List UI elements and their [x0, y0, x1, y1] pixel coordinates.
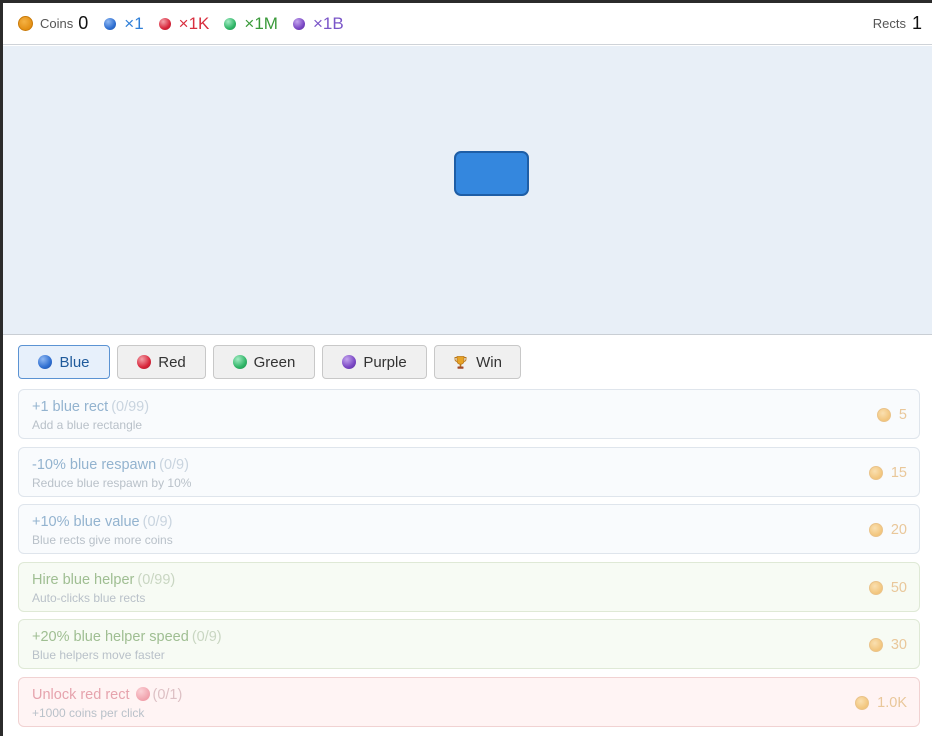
upgrade-blue-helper-speed[interactable]: +20% blue helper speed (0/9) Blue helpers…: [18, 619, 920, 670]
upgrade-title: +20% blue helper speed (0/9): [32, 629, 222, 646]
upgrade-price: 30: [868, 637, 907, 653]
blue-ball-icon: [104, 17, 117, 30]
tab-blue[interactable]: Blue: [18, 345, 110, 379]
rects-value: 1: [911, 13, 922, 33]
multiplier-blue: ×1: [104, 13, 144, 34]
upgrade-price: 20: [868, 522, 907, 538]
color-tabs: Blue Red Green Purple Win: [18, 345, 528, 379]
multiplier-blue-value: ×1: [124, 13, 144, 33]
coin-icon: [868, 465, 883, 480]
multiplier-green-value: ×1M: [244, 13, 278, 33]
play-area: [3, 46, 932, 335]
upgrade-add-blue-rect[interactable]: +1 blue rect (0/99) Add a blue rectangle …: [18, 389, 920, 439]
stats-header: Coins 0 ×1 ×1K ×1M ×1B Rects 1: [3, 3, 932, 45]
tab-red[interactable]: Red: [117, 345, 206, 379]
tab-red-label: Red: [158, 353, 186, 371]
upgrade-hire-blue-helper[interactable]: Hire blue helper (0/99) Auto-clicks blue …: [18, 561, 920, 612]
purple-ball-icon: [292, 17, 305, 30]
coin-icon: [868, 580, 883, 595]
upgrade-list: +1 blue rect (0/99) Add a blue rectangle …: [18, 389, 920, 735]
multiplier-red: ×1K: [158, 13, 210, 34]
upgrade-desc: Add a blue rectangle: [32, 418, 143, 432]
green-ball-icon: [232, 355, 247, 369]
upgrade-desc: Auto-clicks blue rects: [32, 590, 146, 605]
upgrade-desc: +1000 coins per click: [32, 705, 145, 720]
tab-green-label: Green: [253, 353, 296, 371]
coin-icon: [18, 16, 33, 31]
blue-rect[interactable]: [454, 151, 529, 196]
tab-win-label: Win: [476, 353, 502, 371]
coin-icon: [868, 638, 883, 653]
purple-ball-icon: [342, 355, 357, 369]
multiplier-green: ×1M: [224, 14, 278, 34]
upgrade-blue-value[interactable]: +10% blue value (0/9) Blue rects give mor…: [18, 504, 920, 555]
upgrade-desc: Reduce blue respawn by 10%: [32, 475, 192, 490]
upgrade-price: 15: [868, 465, 907, 481]
tab-purple[interactable]: Purple: [322, 345, 427, 379]
game-window: Coins 0 ×1 ×1K ×1M ×1B Rects 1 Blue Red …: [0, 0, 932, 736]
red-ball-icon: [137, 355, 152, 369]
red-ball-icon: [158, 17, 171, 30]
upgrade-price: 5: [876, 407, 907, 423]
upgrade-blue-respawn[interactable]: -10% blue respawn (0/9) Reduce blue respa…: [18, 446, 920, 497]
tab-blue-label: Blue: [59, 353, 90, 371]
upgrade-title: Hire blue helper (0/99): [32, 571, 176, 588]
upgrade-price: 1.0K: [855, 695, 907, 711]
upgrade-unlock-red-rect[interactable]: Unlock red rect (0/1) +1000 coins per cli…: [18, 676, 920, 727]
upgrade-desc: Blue rects give more coins: [32, 533, 173, 548]
coins-value: 0: [78, 13, 89, 33]
tab-green[interactable]: Green: [213, 345, 315, 379]
trophy-icon: [453, 355, 468, 370]
upgrade-title: -10% blue respawn (0/9): [32, 456, 189, 473]
tab-purple-label: Purple: [363, 353, 407, 371]
upgrade-price: 50: [868, 580, 907, 596]
coin-icon: [868, 523, 883, 538]
blue-ball-icon: [38, 355, 53, 369]
upgrade-title: +1 blue rect (0/99): [32, 399, 150, 415]
multiplier-purple-value: ×1B: [312, 13, 344, 33]
rects-label: Rects: [872, 16, 906, 31]
tab-win[interactable]: Win: [434, 345, 521, 379]
green-ball-icon: [224, 17, 237, 30]
multiplier-red-value: ×1K: [178, 13, 210, 33]
upgrade-desc: Blue helpers move faster: [32, 648, 165, 663]
coin-icon: [876, 408, 891, 422]
upgrade-title: +10% blue value (0/9): [32, 514, 173, 531]
coins-label: Coins: [40, 16, 74, 31]
upgrade-title: Unlock red rect (0/1): [32, 686, 183, 703]
coin-icon: [855, 695, 870, 710]
red-ball-icon: [135, 686, 150, 701]
multiplier-purple: ×1B: [292, 13, 344, 34]
